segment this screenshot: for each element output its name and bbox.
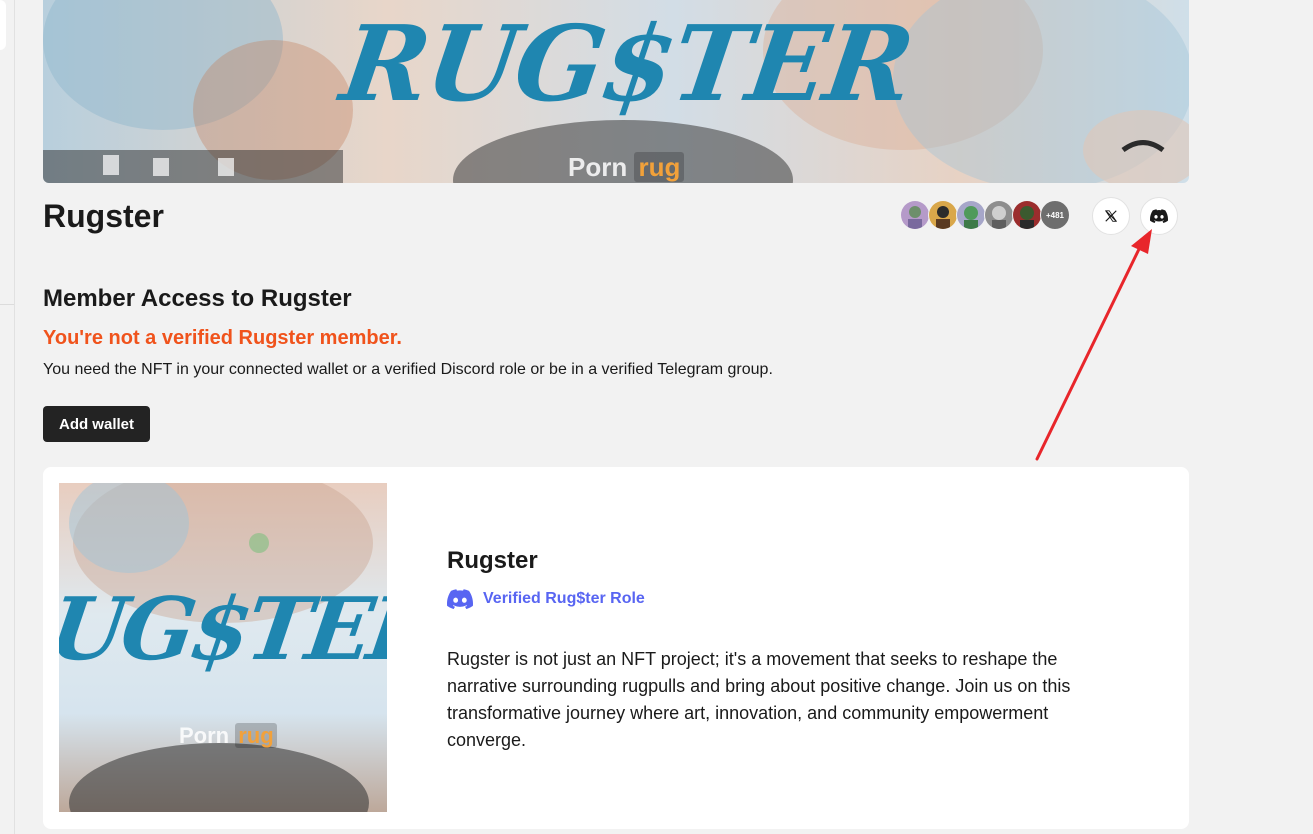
banner-tag-highlight: rug bbox=[634, 152, 685, 182]
sidebar-divider bbox=[0, 304, 14, 305]
card-logo-text: UG$TER bbox=[59, 579, 387, 680]
access-requirements-text: You need the NFT in your connected walle… bbox=[43, 361, 773, 378]
member-access-heading: Member Access to Rugster bbox=[43, 285, 352, 312]
add-wallet-button[interactable]: Add wallet bbox=[43, 406, 150, 442]
discord-icon bbox=[447, 589, 473, 609]
x-social-button[interactable] bbox=[1092, 197, 1130, 235]
discord-icon bbox=[1150, 209, 1168, 223]
verified-role-link[interactable]: Verified Rug$ter Role bbox=[447, 587, 645, 611]
discord-social-button[interactable] bbox=[1140, 197, 1178, 235]
member-avatar bbox=[900, 200, 930, 230]
role-card: UG$TER Porn rug Rugster Verified Rug$ter… bbox=[43, 467, 1189, 829]
role-card-description: Rugster is not just an NFT project; it's… bbox=[447, 649, 1071, 750]
sidebar-tab[interactable] bbox=[0, 0, 6, 50]
member-avatar bbox=[928, 200, 958, 230]
x-logo-icon bbox=[1104, 210, 1118, 222]
banner-tag: Porn rug bbox=[568, 152, 685, 183]
card-image-tag: Porn rug bbox=[179, 723, 277, 749]
card-image-tag-highlight: rug bbox=[235, 723, 277, 748]
banner-logo-text: RUG$TER bbox=[334, 2, 920, 125]
verified-role-label: Verified Rug$ter Role bbox=[483, 590, 645, 607]
member-avatar bbox=[1012, 200, 1042, 230]
role-card-title: Rugster bbox=[447, 547, 538, 574]
card-image-tag-text: Porn bbox=[179, 723, 230, 748]
project-banner-image: RUG$TER Porn rug bbox=[43, 0, 1189, 183]
role-card-image: UG$TER Porn rug bbox=[59, 483, 387, 812]
project-title: Rugster bbox=[43, 198, 164, 234]
banner-tag-text: Porn bbox=[568, 152, 628, 182]
member-avatar bbox=[984, 200, 1014, 230]
member-avatar bbox=[956, 200, 986, 230]
member-count-badge: +481 bbox=[1040, 200, 1070, 230]
not-verified-warning: You're not a verified Rugster member. bbox=[43, 327, 402, 349]
left-sidebar-rail bbox=[0, 0, 15, 834]
